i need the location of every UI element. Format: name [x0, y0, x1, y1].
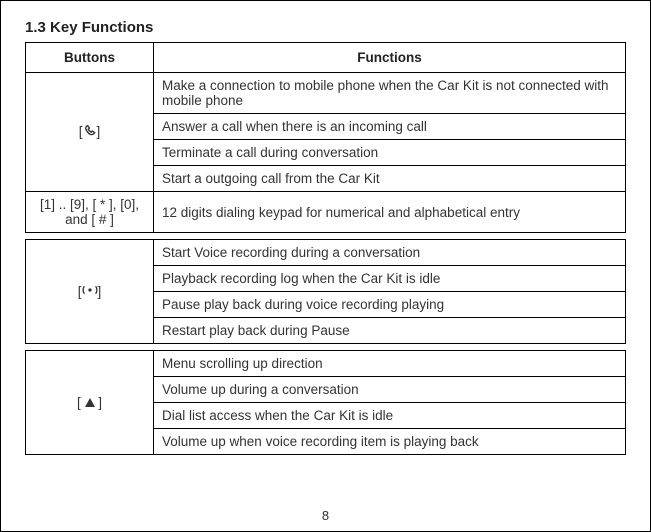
function-cell: Start Voice recording during a conversat… [154, 240, 626, 266]
function-cell: Dial list access when the Car Kit is idl… [154, 403, 626, 429]
function-cell: Volume up when voice recording item is p… [154, 429, 626, 455]
function-cell: Pause play back during voice recording p… [154, 292, 626, 318]
bracket-close: ] [98, 284, 102, 299]
button-up: [ ] [26, 351, 154, 455]
header-functions: Functions [154, 43, 626, 73]
section-title: 1.3 Key Functions [25, 19, 626, 36]
header-buttons: Buttons [26, 43, 154, 73]
button-call: [] [26, 73, 154, 192]
function-cell: Playback recording log when the Car Kit … [154, 266, 626, 292]
bracket-close: ] [95, 395, 103, 410]
bracket-open: [ [77, 395, 85, 410]
function-cell: Restart play back during Pause [154, 318, 626, 344]
key-functions-table: Buttons Functions [] Make a connection t… [25, 42, 626, 455]
function-cell: Make a connection to mobile phone when t… [154, 73, 626, 114]
bracket-close: ] [97, 124, 101, 139]
spacer-row [26, 233, 626, 240]
page-number: 8 [1, 508, 650, 523]
triangle-up-icon [85, 395, 95, 410]
spacer-row [26, 344, 626, 351]
button-record: [] [26, 240, 154, 344]
function-cell: 12 digits dialing keypad for numerical a… [154, 192, 626, 233]
button-keypad: [1] .. [9], [ * ], [0], and [ # ] [26, 192, 154, 233]
function-cell: Volume up during a conversation [154, 377, 626, 403]
record-icon [82, 284, 98, 299]
function-cell: Answer a call when there is an incoming … [154, 114, 626, 140]
function-cell: Terminate a call during conversation [154, 140, 626, 166]
phone-icon [83, 124, 97, 141]
function-cell: Menu scrolling up direction [154, 351, 626, 377]
function-cell: Start a outgoing call from the Car Kit [154, 166, 626, 192]
